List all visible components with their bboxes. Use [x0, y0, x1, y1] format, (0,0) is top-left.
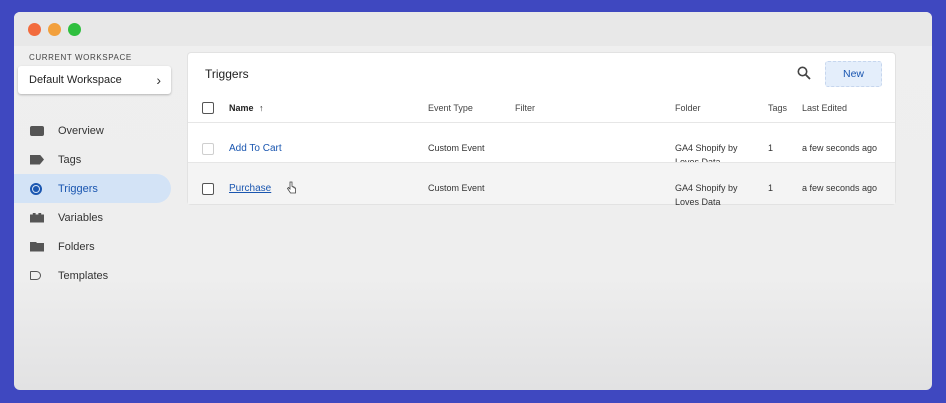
column-header-folder[interactable]: Folder	[675, 103, 701, 113]
select-all-checkbox[interactable]	[202, 102, 214, 114]
new-trigger-button[interactable]: New	[825, 61, 882, 87]
workspace-selector[interactable]: Default Workspace ›	[18, 66, 171, 94]
last-edited-cell: a few seconds ago	[802, 143, 878, 153]
folder-cell: GA4 Shopify by Loves Data	[675, 183, 738, 207]
event-type-cell: Custom Event	[428, 183, 485, 193]
chevron-right-icon: ›	[156, 72, 161, 88]
sidebar-item-triggers[interactable]: Triggers	[14, 174, 171, 203]
trigger-name-link[interactable]: Add To Cart	[229, 142, 282, 156]
divider	[188, 122, 895, 123]
title-bar	[14, 12, 932, 46]
sidebar-nav: Overview Tags Triggers Variables Folders…	[14, 116, 171, 290]
trigger-name-link[interactable]: Purchase	[229, 182, 271, 196]
sidebar-item-label: Folders	[58, 240, 95, 253]
maximize-window-button[interactable]	[68, 23, 81, 36]
sidebar-item-templates[interactable]: Templates	[14, 261, 171, 290]
variables-icon	[30, 212, 44, 223]
overview-icon	[30, 125, 44, 136]
tags-cell: 1	[768, 183, 774, 193]
sidebar-item-label: Overview	[58, 124, 104, 137]
page-title: Triggers	[205, 67, 249, 81]
column-header-last-edited[interactable]: Last Edited	[802, 103, 847, 113]
column-header-tags[interactable]: Tags	[768, 103, 787, 113]
minimize-window-button[interactable]	[48, 23, 61, 36]
tag-icon	[30, 154, 44, 165]
app-window: CURRENT WORKSPACE Default Workspace › Ov…	[14, 12, 932, 390]
sidebar-item-overview[interactable]: Overview	[14, 116, 171, 145]
tags-cell: 1	[768, 143, 774, 153]
trigger-icon	[30, 182, 42, 195]
sidebar-item-tags[interactable]: Tags	[14, 145, 171, 174]
workspace-label: CURRENT WORKSPACE	[29, 53, 132, 62]
sidebar-item-variables[interactable]: Variables	[14, 203, 171, 232]
close-window-button[interactable]	[28, 23, 41, 36]
hand-cursor-icon	[287, 181, 296, 194]
column-header-event-type[interactable]: Event Type	[428, 103, 473, 113]
row-checkbox[interactable]	[202, 143, 214, 155]
sidebar-item-folders[interactable]: Folders	[14, 232, 171, 261]
event-type-cell: Custom Event	[428, 143, 485, 153]
column-header-name[interactable]: Name ↑	[229, 103, 264, 113]
row-checkbox[interactable]	[202, 183, 214, 195]
search-icon[interactable]	[797, 66, 811, 80]
sort-ascending-icon: ↑	[259, 103, 264, 113]
column-header-filter[interactable]: Filter	[515, 103, 535, 113]
sidebar-item-label: Variables	[58, 211, 104, 224]
folder-icon	[30, 241, 44, 252]
workspace-name: Default Workspace	[29, 74, 122, 86]
last-edited-cell: a few seconds ago	[802, 183, 878, 193]
triggers-table-card: Triggers New Name ↑ Event Type Filter Fo…	[188, 53, 895, 207]
template-icon	[30, 271, 41, 280]
sidebar-item-label: Templates	[58, 269, 109, 282]
sidebar-item-label: Tags	[58, 153, 82, 166]
sidebar-item-label: Triggers	[58, 182, 98, 195]
